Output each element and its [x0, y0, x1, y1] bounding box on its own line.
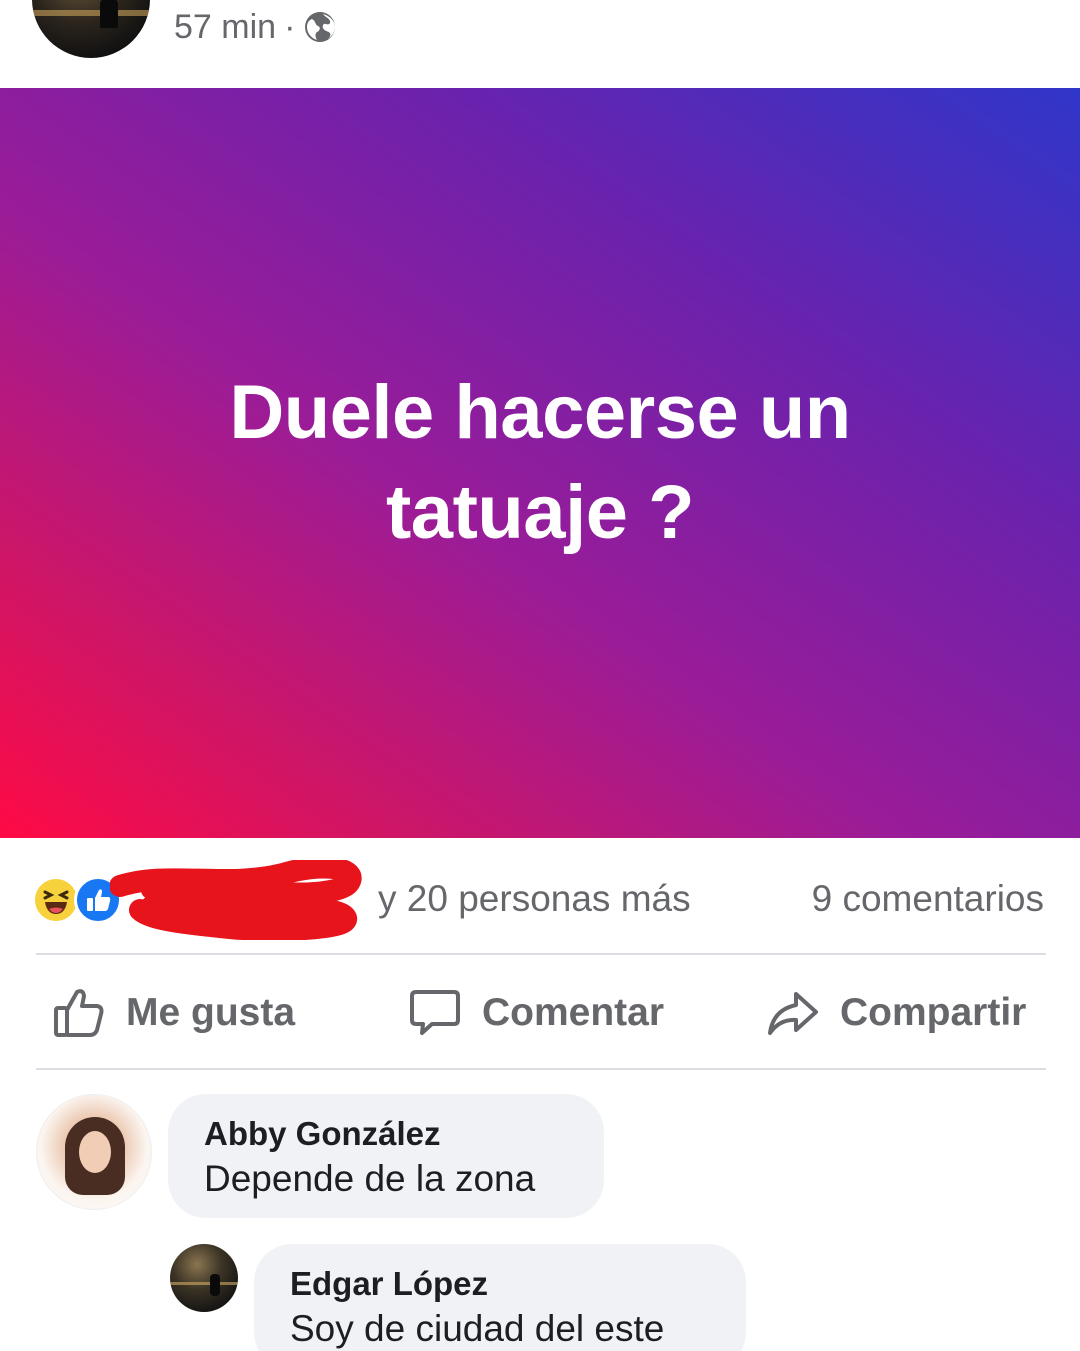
comment-text: Depende de la zona: [204, 1158, 536, 1199]
comment-bubble-icon: [410, 990, 460, 1035]
commenter-avatar[interactable]: [36, 1094, 152, 1210]
post-header: 57 min ·: [0, 0, 1080, 88]
meta-separator: ·: [284, 7, 296, 46]
avatar-figure: [100, 0, 118, 28]
avatar-face: [79, 1131, 111, 1173]
comment-bubble: Edgar López Soy de ciudad del este: [254, 1244, 746, 1351]
author-avatar[interactable]: [32, 0, 150, 58]
globe-icon: [303, 10, 337, 44]
like-label: Me gusta: [126, 991, 296, 1034]
share-arrow-icon: [768, 992, 818, 1035]
post-text: Duele hacerse un tatuaje ?: [229, 370, 851, 555]
share-label: Compartir: [840, 991, 1027, 1034]
post-background: Duele hacerse un tatuaje ?: [0, 88, 1080, 838]
reactions-summary[interactable]: y 20 personas más: [378, 878, 691, 920]
like-button[interactable]: Me gusta: [52, 958, 295, 1068]
comments-count[interactable]: 9 comentarios: [812, 878, 1044, 920]
avatar-figure: [210, 1274, 220, 1296]
post-meta: 57 min ·: [174, 6, 337, 48]
divider-bottom: [36, 1068, 1046, 1070]
reactions-row: y 20 personas más 9 comentarios: [0, 856, 1080, 941]
post-time[interactable]: 57 min: [174, 8, 276, 47]
action-bar: Me gusta Comentar Compartir: [0, 958, 1080, 1068]
avatar-horizon: [32, 10, 150, 16]
comment-label: Comentar: [482, 991, 665, 1034]
thumbs-up-icon: [54, 989, 104, 1037]
haha-icon: [32, 876, 80, 924]
share-button[interactable]: Compartir: [766, 958, 1026, 1068]
avatar-horizon: [170, 1282, 238, 1285]
facebook-post: 57 min · Duele hacerse un tatuaje ? y 20…: [0, 0, 1080, 1351]
comment-author[interactable]: Edgar López: [290, 1262, 746, 1306]
redaction-scribble: [109, 856, 370, 941]
comment-author[interactable]: Abby González: [204, 1112, 604, 1156]
comment-button[interactable]: Comentar: [408, 958, 664, 1068]
commenter-avatar[interactable]: [170, 1244, 238, 1312]
comment-text: Soy de ciudad del este: [290, 1308, 665, 1349]
comment-bubble: Abby González Depende de la zona: [168, 1094, 604, 1218]
divider-top: [36, 953, 1046, 955]
